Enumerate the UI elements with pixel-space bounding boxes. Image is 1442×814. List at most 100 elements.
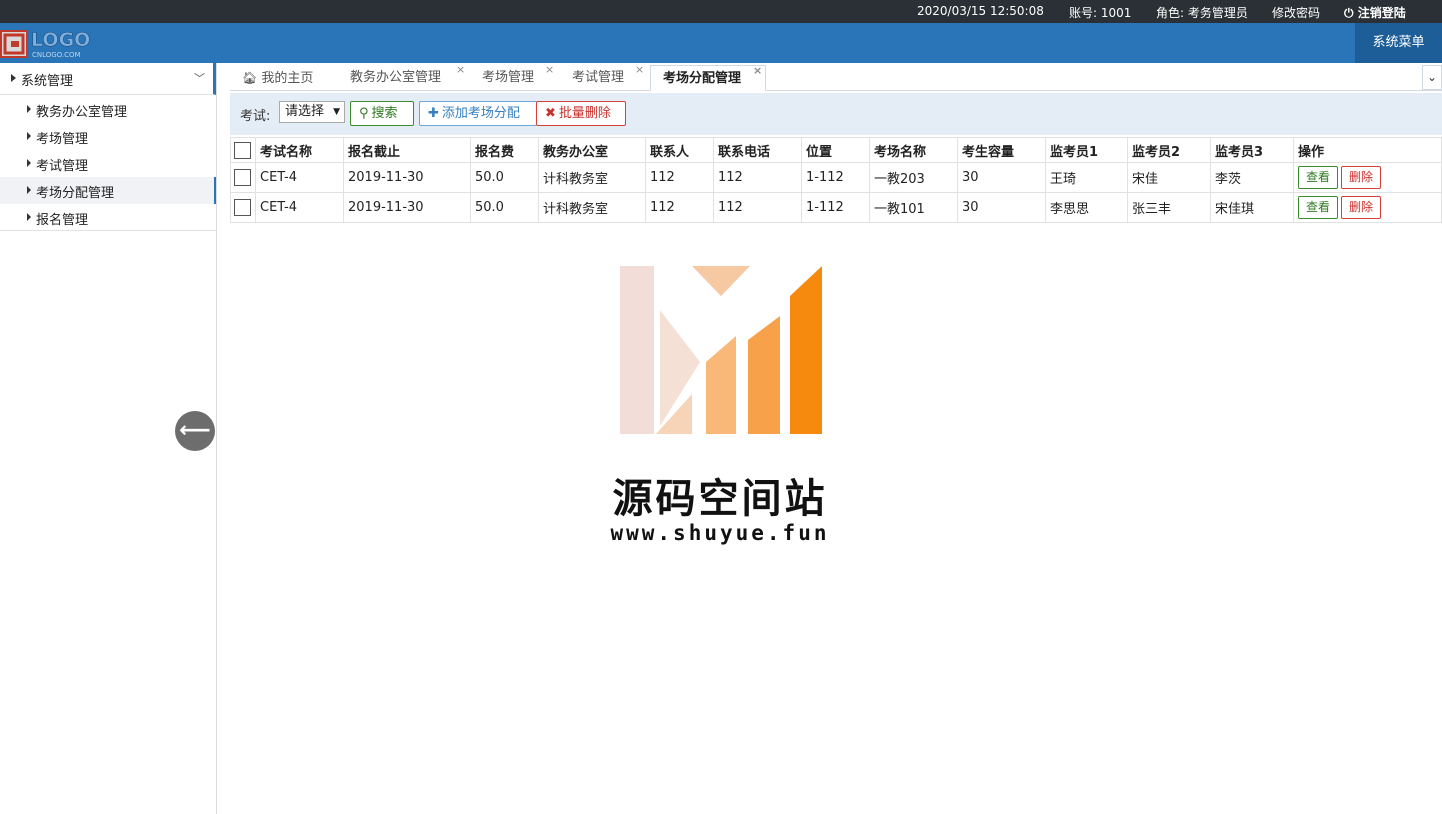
tab-label: 我的主页: [261, 71, 314, 86]
svg-text:CNLOGO.COM: CNLOGO.COM: [32, 51, 81, 59]
add-allocation-button[interactable]: ✚ 添加考场分配: [419, 101, 537, 126]
search-button[interactable]: ⚲ 搜索: [350, 101, 414, 126]
sidebar-group-system[interactable]: 系统管理 ﹀: [0, 63, 216, 95]
exam-filter-label: 考试:: [240, 109, 271, 124]
tab-exam[interactable]: 考试管理 ×: [572, 63, 652, 91]
table-cell: 李思思: [1045, 192, 1128, 223]
select-all-checkbox[interactable]: [234, 141, 251, 159]
table-cell: CET-4: [255, 192, 344, 223]
arrow-left-icon: ⟵: [179, 418, 211, 443]
table-cell: 1-112: [801, 192, 870, 223]
table-cell: 王琦: [1045, 162, 1128, 193]
sidebar-item-label: 报名管理: [36, 213, 89, 228]
table-cell: 112: [713, 162, 802, 193]
close-icon[interactable]: ×: [456, 57, 465, 83]
table-cell: 张三丰: [1127, 192, 1211, 223]
batch-delete-button[interactable]: ✖ 批量删除: [536, 101, 626, 126]
table-cell: 30: [957, 162, 1046, 193]
column-header: 监考员1: [1045, 137, 1128, 163]
close-icon[interactable]: ×: [635, 57, 644, 83]
column-header: 考生容量: [957, 137, 1046, 163]
search-button-label: 搜索: [371, 106, 398, 121]
table-cell: 112: [645, 192, 714, 223]
tab-label: 考试管理: [572, 70, 625, 85]
close-icon[interactable]: ×: [545, 57, 554, 83]
column-header: 监考员2: [1127, 137, 1211, 163]
add-button-label: 添加考场分配: [441, 106, 520, 121]
table-header-row: 考试名称 报名截止 报名费 教务办公室 联系人 联系电话 位置 考场名称 考生容…: [230, 137, 1442, 163]
sidebar-item-label: 教务办公室管理: [36, 105, 128, 120]
table-cell: 宋佳琪: [1210, 192, 1294, 223]
tab-exam-room[interactable]: 考场管理 ×: [482, 63, 562, 91]
column-header: 监考员3: [1210, 137, 1294, 163]
home-icon: 🏠︎: [242, 71, 258, 85]
column-header: 考试名称: [255, 137, 344, 163]
times-icon: ✖: [545, 106, 556, 121]
table-cell: 2019-11-30: [343, 162, 471, 193]
caret-right-icon: [27, 186, 31, 194]
change-password-link[interactable]: 修改密码: [1272, 4, 1320, 21]
column-header: 考场名称: [869, 137, 958, 163]
table-cell: 一教101: [869, 192, 958, 223]
table-cell: 计科教务室: [538, 162, 646, 193]
sidebar-item-label: 考场分配管理: [36, 186, 115, 201]
caret-right-icon: [27, 159, 31, 167]
sidebar-item-exam-room[interactable]: 考场管理: [0, 123, 216, 150]
datetime: 2020/03/15 12:50:08: [917, 4, 1044, 18]
row-checkbox[interactable]: [234, 169, 251, 186]
delete-button[interactable]: 删除: [1341, 166, 1382, 189]
divider: [0, 230, 216, 231]
caret-right-icon: [27, 213, 31, 221]
table-cell: 2019-11-30: [343, 192, 471, 223]
delete-button[interactable]: 删除: [1341, 196, 1382, 219]
exam-select-value: 请选择: [285, 104, 325, 119]
exam-select[interactable]: 请选择 ▼: [279, 101, 345, 123]
tab-home[interactable]: 🏠︎ 我的主页: [242, 65, 332, 91]
collapse-sidebar-button[interactable]: ⟵: [175, 411, 215, 451]
sidebar-item-exam[interactable]: 考试管理: [0, 150, 216, 177]
sidebar-item-registration[interactable]: 报名管理: [0, 204, 216, 231]
column-header: 报名截止: [343, 137, 471, 163]
close-icon[interactable]: ×: [753, 58, 762, 84]
table-cell: 112: [645, 162, 714, 193]
table-cell: 50.0: [470, 192, 539, 223]
table-cell: 1-112: [801, 162, 870, 193]
column-header: 位置: [801, 137, 870, 163]
column-header: 联系人: [645, 137, 714, 163]
view-button[interactable]: 查看: [1298, 196, 1339, 219]
search-toolbar: 考试: 请选择 ▼ ⚲ 搜索 ✚ 添加考场分配 ✖ 批量删除: [230, 93, 1442, 135]
tab-office[interactable]: 教务办公室管理 ×: [350, 63, 470, 91]
app-header: LOGO CNLOGO.COM 系统菜单: [0, 23, 1442, 63]
dropdown-arrow-icon: ▼: [333, 107, 340, 117]
tab-label: 教务办公室管理: [350, 70, 442, 85]
row-select-cell: [230, 192, 256, 223]
table-cell: 112: [713, 192, 802, 223]
allocation-table: 考试名称 报名截止 报名费 教务办公室 联系人 联系电话 位置 考场名称 考生容…: [230, 137, 1442, 223]
logout-label: 注销登陆: [1357, 6, 1406, 20]
column-header: 报名费: [470, 137, 539, 163]
system-menu-button[interactable]: 系统菜单: [1355, 23, 1442, 63]
tab-room-allocation[interactable]: 考场分配管理 ×: [650, 64, 766, 91]
table-cell: 李茨: [1210, 162, 1294, 193]
table-cell: 一教203: [869, 162, 958, 193]
tab-label: 考场管理: [482, 70, 535, 85]
view-button[interactable]: 查看: [1298, 166, 1339, 189]
column-header: 教务办公室: [538, 137, 646, 163]
tab-more-button[interactable]: ⌄: [1422, 65, 1442, 90]
sidebar-item-label: 考试管理: [36, 159, 89, 174]
logout-link[interactable]: ⏻ 注销登陆: [1344, 4, 1406, 21]
batch-delete-label: 批量删除: [558, 106, 611, 121]
sidebar-item-office[interactable]: 教务办公室管理: [0, 96, 216, 123]
sidebar-item-room-allocation[interactable]: 考场分配管理: [0, 177, 216, 204]
row-checkbox[interactable]: [234, 199, 251, 216]
svg-text:LOGO: LOGO: [31, 29, 90, 51]
plus-icon: ✚: [428, 106, 439, 121]
chevron-down-icon: ﹀: [194, 72, 205, 85]
table-row: CET-4 2019-11-30 50.0 计科教务室 112 112 1-11…: [230, 192, 1442, 223]
actions-cell: 查看 删除: [1293, 162, 1442, 193]
sidebar-group-label: 系统管理: [21, 74, 74, 89]
watermark-url: www.shuyue.fun: [610, 521, 830, 545]
watermark-logo: [620, 266, 822, 434]
column-header: 操作: [1293, 137, 1442, 163]
table-cell: 50.0: [470, 162, 539, 193]
